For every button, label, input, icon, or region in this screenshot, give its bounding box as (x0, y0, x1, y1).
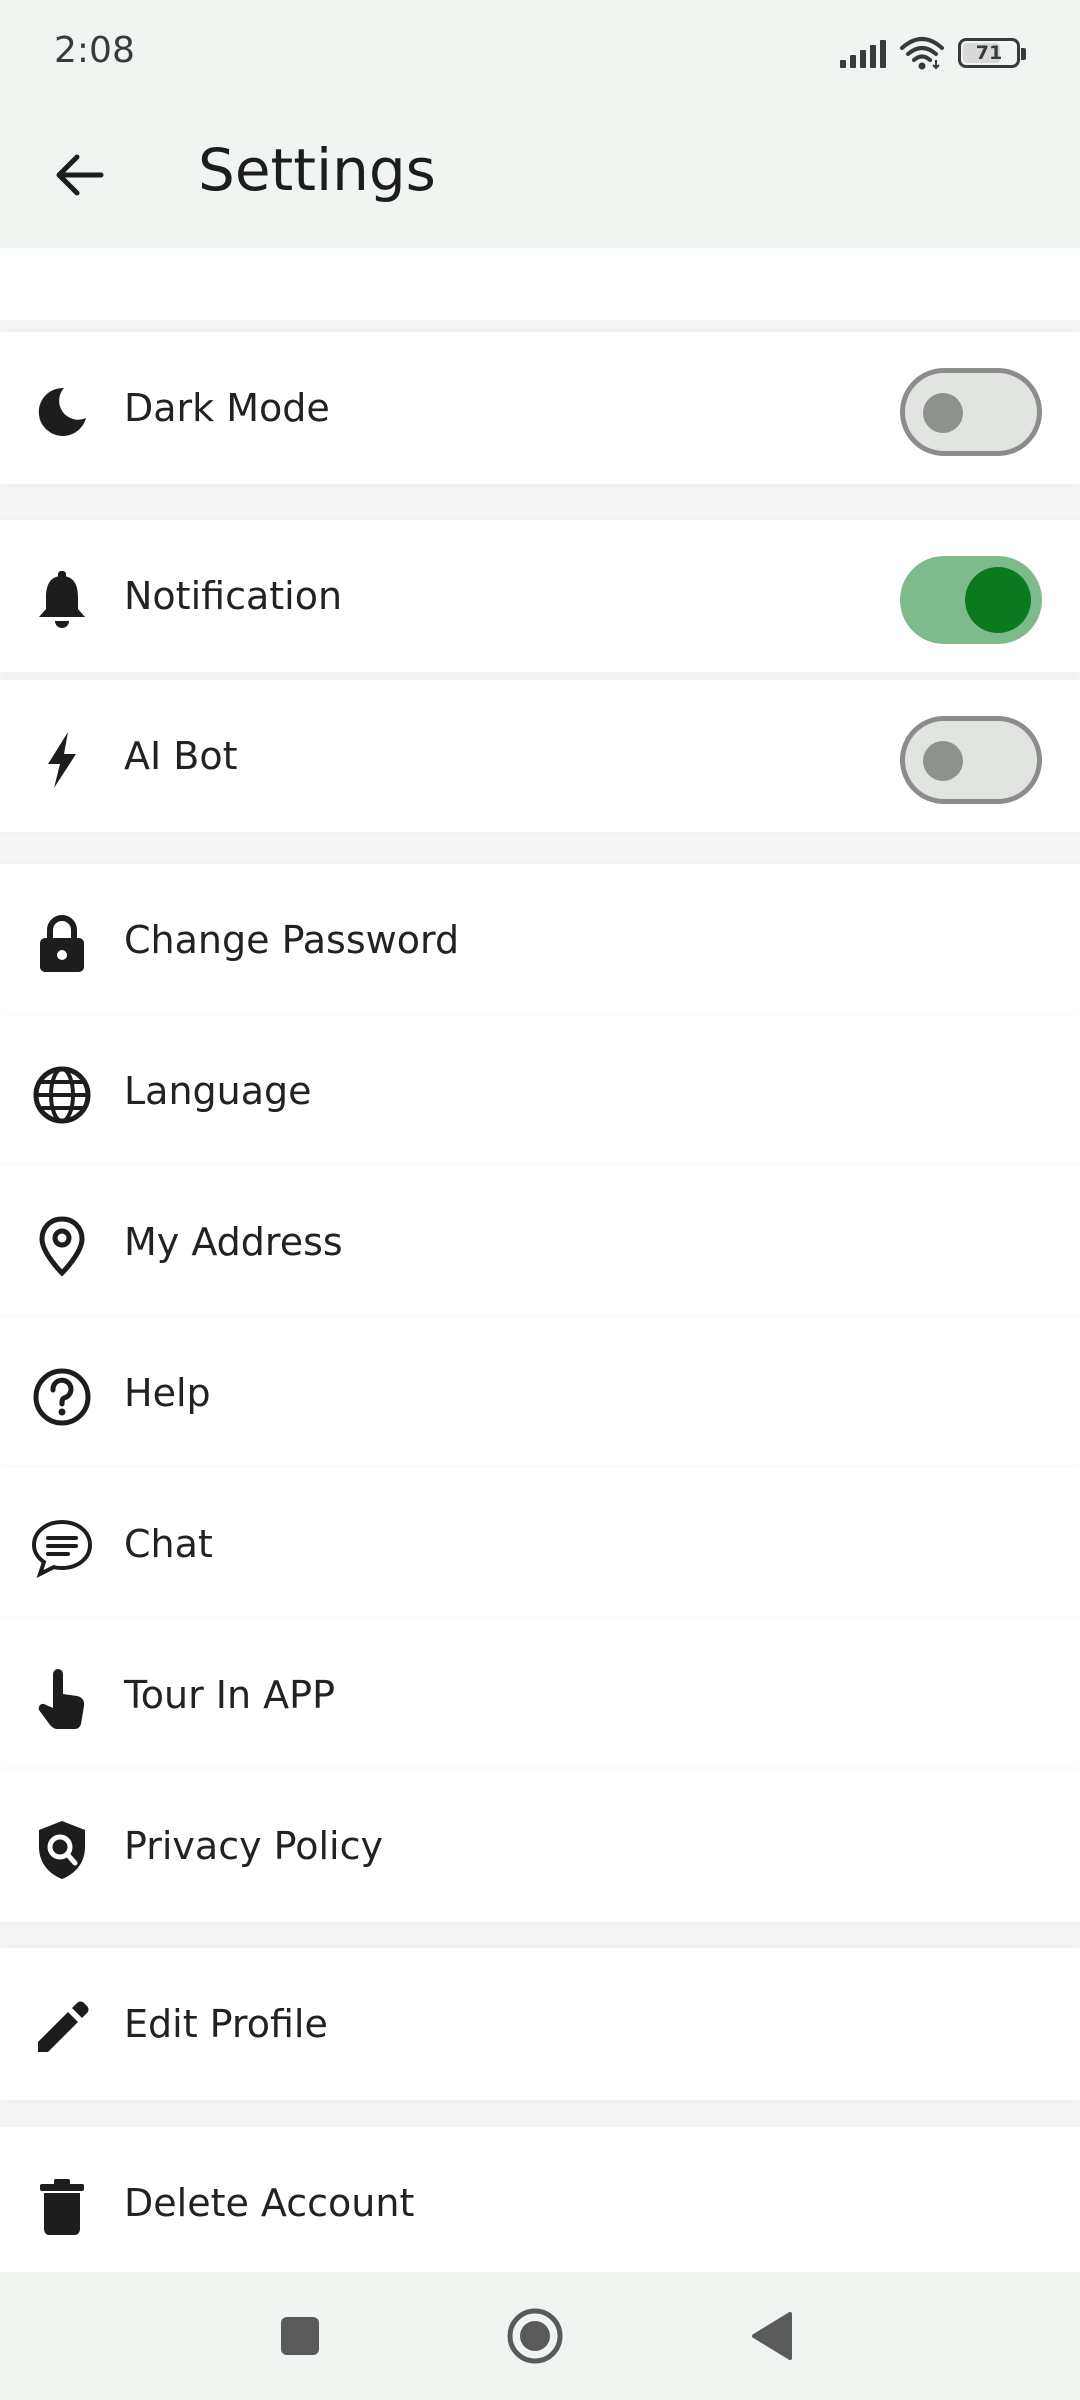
setting-row-change-password[interactable]: Change Password (0, 864, 1080, 1016)
status-bar: 2:08 71 (0, 0, 1080, 110)
toggle-knob (923, 393, 963, 433)
setting-row-chat[interactable]: Chat (0, 1468, 1080, 1620)
bell-icon (30, 568, 94, 632)
home-icon (507, 2308, 563, 2364)
lightning-icon (30, 728, 94, 792)
setting-label: Chat (124, 1522, 213, 1566)
status-icons: 71 (840, 36, 1026, 70)
setting-label: Notification (124, 574, 343, 618)
signal-icon (840, 38, 886, 68)
setting-row-my-address[interactable]: My Address (0, 1166, 1080, 1318)
setting-row-help[interactable]: Help (0, 1317, 1080, 1469)
setting-row-language[interactable]: Language (0, 1015, 1080, 1167)
back-triangle-icon (752, 2312, 792, 2360)
system-back-button[interactable] (740, 2304, 804, 2368)
setting-label: AI Bot (124, 734, 238, 778)
recent-apps-button[interactable] (268, 2304, 332, 2368)
ai-bot-toggle[interactable] (900, 716, 1042, 804)
chat-bubble-icon (30, 1516, 94, 1580)
top-spacer (0, 248, 1080, 320)
setting-label: Language (124, 1069, 312, 1113)
setting-row-ai-bot[interactable]: AI Bot (0, 680, 1080, 832)
home-button[interactable] (503, 2304, 567, 2368)
setting-row-delete-account[interactable]: Delete Account (0, 2127, 1080, 2279)
arrow-back-icon (56, 154, 104, 196)
pencil-icon (30, 1996, 94, 2060)
page-title: Settings (198, 136, 436, 204)
help-circle-icon (30, 1365, 94, 1429)
shield-search-icon (30, 1818, 94, 1882)
wifi-icon (900, 37, 944, 70)
setting-row-edit-profile[interactable]: Edit Profile (0, 1948, 1080, 2100)
app-bar: Settings (0, 110, 1080, 248)
battery-icon: 71 (958, 38, 1026, 68)
dark-mode-toggle[interactable] (900, 368, 1042, 456)
toggle-knob (965, 567, 1031, 633)
back-button[interactable] (40, 135, 120, 215)
touch-hand-icon (30, 1667, 94, 1731)
setting-row-tour-in-app[interactable]: Tour In APP (0, 1619, 1080, 1771)
setting-row-notification[interactable]: Notification (0, 520, 1080, 672)
recent-apps-icon (281, 2317, 319, 2355)
lock-icon (30, 912, 94, 976)
battery-level: 71 (975, 42, 1003, 64)
location-pin-icon (30, 1214, 94, 1278)
setting-label: Change Password (124, 918, 460, 962)
moon-icon (30, 380, 94, 444)
setting-label: Delete Account (124, 2181, 415, 2225)
notification-toggle[interactable] (900, 556, 1042, 644)
globe-icon (30, 1063, 94, 1127)
setting-label: Tour In APP (124, 1673, 335, 1717)
trash-icon (30, 2175, 94, 2239)
setting-label: Edit Profile (124, 2002, 328, 2046)
setting-label: Privacy Policy (124, 1824, 383, 1868)
setting-row-privacy-policy[interactable]: Privacy Policy (0, 1770, 1080, 1922)
setting-row-dark-mode[interactable]: Dark Mode (0, 332, 1080, 484)
setting-label: Help (124, 1371, 211, 1415)
setting-label: Dark Mode (124, 386, 330, 430)
system-nav-bar (0, 2272, 1080, 2400)
toggle-knob (923, 741, 963, 781)
status-time: 2:08 (54, 30, 135, 71)
setting-label: My Address (124, 1220, 343, 1264)
